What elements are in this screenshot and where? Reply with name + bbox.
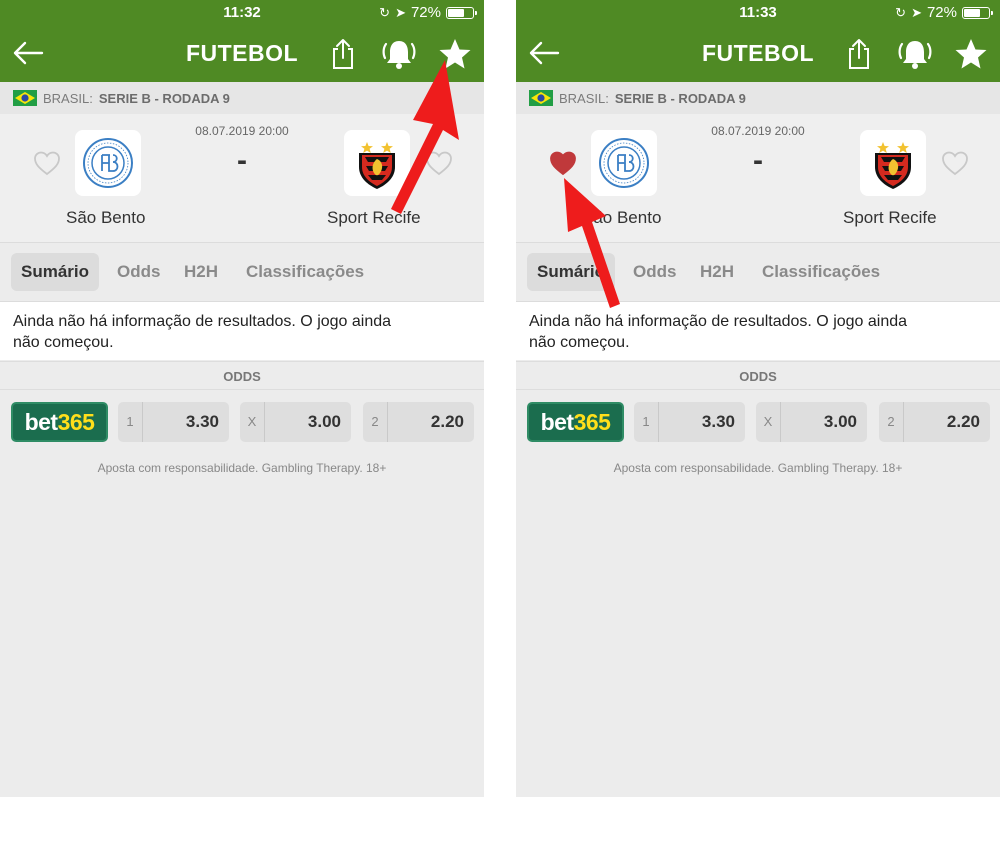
disclaimer: Aposta com responsabilidade. Gambling Th…	[97, 461, 387, 475]
screenshot-before: 11:32 ↻ ➤ 72% FUTEBOL BRASIL: SERIE B - …	[0, 0, 484, 797]
match-date: 08.07.2019 20:00	[711, 124, 805, 138]
league-competition: SERIE B - RODADA 9	[614, 90, 746, 106]
odd-value: 2.20	[430, 412, 464, 431]
bookmaker-name: bet	[540, 409, 575, 435]
bet365-logo[interactable]: bet365	[527, 402, 624, 442]
bookmaker-name: bet	[24, 409, 59, 435]
odd-label: 1	[634, 402, 659, 442]
odds-row: bet365 1 3.30 X 3.00 2 2.20	[516, 390, 1000, 454]
battery-icon	[962, 6, 993, 19]
league-country: BRASIL:	[43, 90, 93, 106]
annotation-arrow-icon	[564, 178, 620, 308]
league-competition: SERIE B - RODADA 9	[98, 90, 230, 106]
disclaimer: Aposta com responsabilidade. Gambling Th…	[613, 461, 903, 475]
tab-h2h[interactable]: H2H	[690, 253, 744, 291]
odd-label: X	[756, 402, 781, 442]
match-info-text: Ainda não há informação de resultados. O…	[0, 302, 484, 360]
odd-draw-button[interactable]: X 3.00	[756, 402, 867, 442]
tab-odds[interactable]: Odds	[623, 253, 686, 291]
odd-value: 3.00	[307, 412, 341, 431]
app-header: 11:33 ↻ ➤ 72% FUTEBOL	[516, 0, 1000, 82]
bookmaker-number: 365	[57, 409, 95, 435]
odd-value: 3.30	[185, 412, 219, 431]
tab-odds[interactable]: Odds	[107, 253, 170, 291]
star-icon[interactable]	[954, 37, 988, 71]
league-bar: BRASIL: SERIE B - RODADA 9	[516, 82, 1000, 114]
annotation-arrow-icon	[391, 60, 459, 214]
battery-level	[448, 8, 464, 17]
share-icon[interactable]	[846, 38, 872, 70]
away-team-name[interactable]: Sport Recife	[843, 208, 937, 228]
odd-value: 3.00	[823, 412, 857, 431]
odd-draw-button[interactable]: X 3.00	[240, 402, 351, 442]
location-icon: ➤	[911, 4, 922, 20]
battery-percent: 72%	[926, 4, 957, 21]
league-country: BRASIL:	[559, 90, 609, 106]
odds-row: bet365 1 3.30 X 3.00 2 2.20	[0, 390, 484, 454]
tab-sumario[interactable]: Sumário	[11, 253, 100, 291]
bell-icon[interactable]	[897, 38, 933, 70]
odd-home-button[interactable]: 1 3.30	[634, 402, 745, 442]
brazil-flag-icon	[13, 90, 37, 106]
info-line: não começou.	[529, 334, 630, 351]
battery-level	[964, 8, 980, 17]
away-team-logo[interactable]	[860, 130, 926, 196]
bet365-logo[interactable]: bet365	[11, 402, 108, 442]
odd-label: X	[240, 402, 265, 442]
odd-label: 1	[118, 402, 143, 442]
odd-home-button[interactable]: 1 3.30	[118, 402, 229, 442]
tab-classificacoes[interactable]: Classificações	[236, 253, 374, 291]
status-bar-right: ↻ ➤ 72%	[379, 4, 477, 21]
battery-percent: 72%	[410, 4, 441, 21]
odd-away-button[interactable]: 2 2.20	[879, 402, 990, 442]
info-line: não começou.	[13, 334, 114, 351]
tab-bar: Sumário Odds H2H Classificações	[0, 242, 484, 302]
orientation-lock-icon: ↻	[379, 4, 391, 20]
odds-header: ODDS	[0, 361, 484, 390]
brazil-flag-icon	[529, 90, 553, 106]
odds-header: ODDS	[516, 361, 1000, 390]
status-bar-right: ↻ ➤ 72%	[895, 4, 993, 21]
odd-away-button[interactable]: 2 2.20	[363, 402, 474, 442]
share-icon[interactable]	[330, 38, 356, 70]
bookmaker-number: 365	[573, 409, 611, 435]
sport-recife-crest-icon	[875, 142, 911, 189]
favorite-heart-icon[interactable]	[941, 150, 969, 176]
location-icon: ➤	[395, 4, 406, 20]
tab-h2h[interactable]: H2H	[174, 253, 228, 291]
odd-value: 3.30	[701, 412, 735, 431]
screenshot-after: 11:33 ↻ ➤ 72% FUTEBOL BRASIL: SERIE B - …	[516, 0, 1000, 797]
info-line: Ainda não há informação de resultados. O…	[13, 313, 392, 330]
orientation-lock-icon: ↻	[895, 4, 907, 20]
home-team-name[interactable]: São Bento	[66, 208, 145, 228]
odd-label: 2	[879, 402, 904, 442]
battery-icon	[446, 6, 477, 19]
odd-label: 2	[363, 402, 388, 442]
tab-classificacoes[interactable]: Classificações	[752, 253, 890, 291]
info-line: Ainda não há informação de resultados. O…	[529, 313, 908, 330]
odd-value: 2.20	[946, 412, 980, 431]
